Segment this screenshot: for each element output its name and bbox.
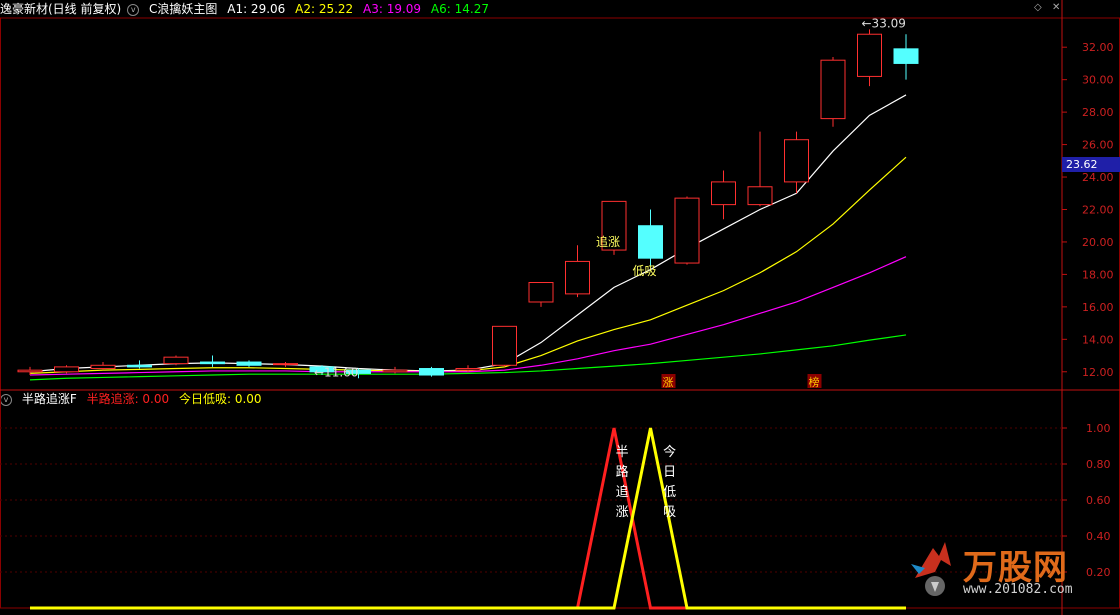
bottom-tag: 榜 [809, 375, 820, 389]
main-y-tick-label: 22.00 [1082, 203, 1114, 216]
sub-annotation-char: 今 [663, 444, 676, 460]
ma-line-a6 [29, 334, 907, 381]
candle-body [747, 186, 773, 206]
candle-body [419, 368, 444, 376]
candle-body [528, 282, 554, 303]
current-price-label: 23.62 [1062, 157, 1120, 172]
candlesticks [17, 29, 919, 379]
candle-body [54, 366, 79, 373]
main-y-axis: 12.00 14.00 16.00 18.00 20.00 22.00 24.00 26.00… [1062, 41, 1114, 379]
annotation-price: ←33.09 [862, 17, 906, 31]
ma-line-a1 [29, 94, 907, 373]
candle-body [565, 260, 590, 295]
candle-body [273, 363, 298, 366]
candle-body [90, 364, 116, 370]
main-y-tick-label: 26.00 [1082, 139, 1114, 152]
candle-body [17, 369, 43, 373]
sub-annotation-char: 路 [616, 464, 629, 480]
annotation-signal: 低吸 [633, 264, 657, 278]
chart-border [0, 17, 1120, 609]
ma-line-a3 [29, 256, 907, 376]
candle-body [638, 225, 663, 259]
main-y-tick-label: 20.00 [1082, 236, 1114, 249]
main-y-tick-label: 16.00 [1082, 301, 1114, 314]
sub-line [30, 427, 906, 610]
candle-body [200, 361, 225, 365]
main-y-tick-label: 28.00 [1082, 106, 1114, 119]
main-y-tick-label: 24.00 [1082, 171, 1114, 184]
logo: 万股网 www.201082.com [905, 538, 1095, 606]
main-y-tick-label: 12.00 [1082, 366, 1114, 379]
candle-body [893, 48, 919, 64]
sub-annotation-char: 低 [663, 485, 676, 500]
chart-frame [0, 0, 1120, 615]
sub-annotation-char: 追 [616, 484, 629, 500]
annotation-signal: 追涨 [596, 234, 620, 249]
candle-body [236, 361, 262, 366]
sub-y-tick-label: 0.80 [1086, 458, 1111, 471]
sub-indicator-lines [30, 427, 906, 610]
moving-average-lines [29, 94, 907, 381]
chart-canvas: 12.00 14.00 16.00 18.00 20.00 22.00 24.00 26.00… [0, 0, 1120, 615]
sub-y-tick-label: 1.00 [1086, 422, 1111, 435]
candle-body [492, 325, 517, 366]
candle-body [127, 364, 152, 368]
annotation-price: ←11.60 [314, 365, 358, 379]
candle-body [163, 356, 189, 365]
candle-body [711, 181, 736, 206]
logo-url: www.201082.com [963, 582, 1073, 597]
sub-y-tick-label: 0.60 [1086, 494, 1111, 507]
candle-body [857, 33, 882, 77]
chart-stage: 逸豪新材(日线 前复权) v C浪擒妖主图 A1: 29.06 A2: 25.22… [0, 0, 1120, 615]
logo-mark-icon [911, 542, 951, 596]
candle-body [820, 59, 846, 120]
main-y-tick-label: 18.00 [1082, 268, 1114, 281]
ma-line-a2 [29, 156, 907, 374]
bottom-tag: 涨 [663, 376, 674, 389]
sub-annotation-char: 日 [663, 465, 676, 480]
candle-body [382, 369, 408, 373]
main-y-tick-label: 32.00 [1082, 41, 1114, 54]
sub-annotation-char: 吸 [663, 505, 676, 520]
main-y-tick-label: 14.00 [1082, 333, 1114, 346]
candle-body [784, 139, 809, 183]
sub-annotation-char: 半 [616, 445, 629, 460]
sub-line [30, 427, 906, 610]
sub-annotation-char: 涨 [616, 505, 629, 520]
candle-body [455, 368, 481, 371]
candle-body [674, 197, 700, 264]
main-y-tick-label: 30.00 [1082, 74, 1114, 87]
